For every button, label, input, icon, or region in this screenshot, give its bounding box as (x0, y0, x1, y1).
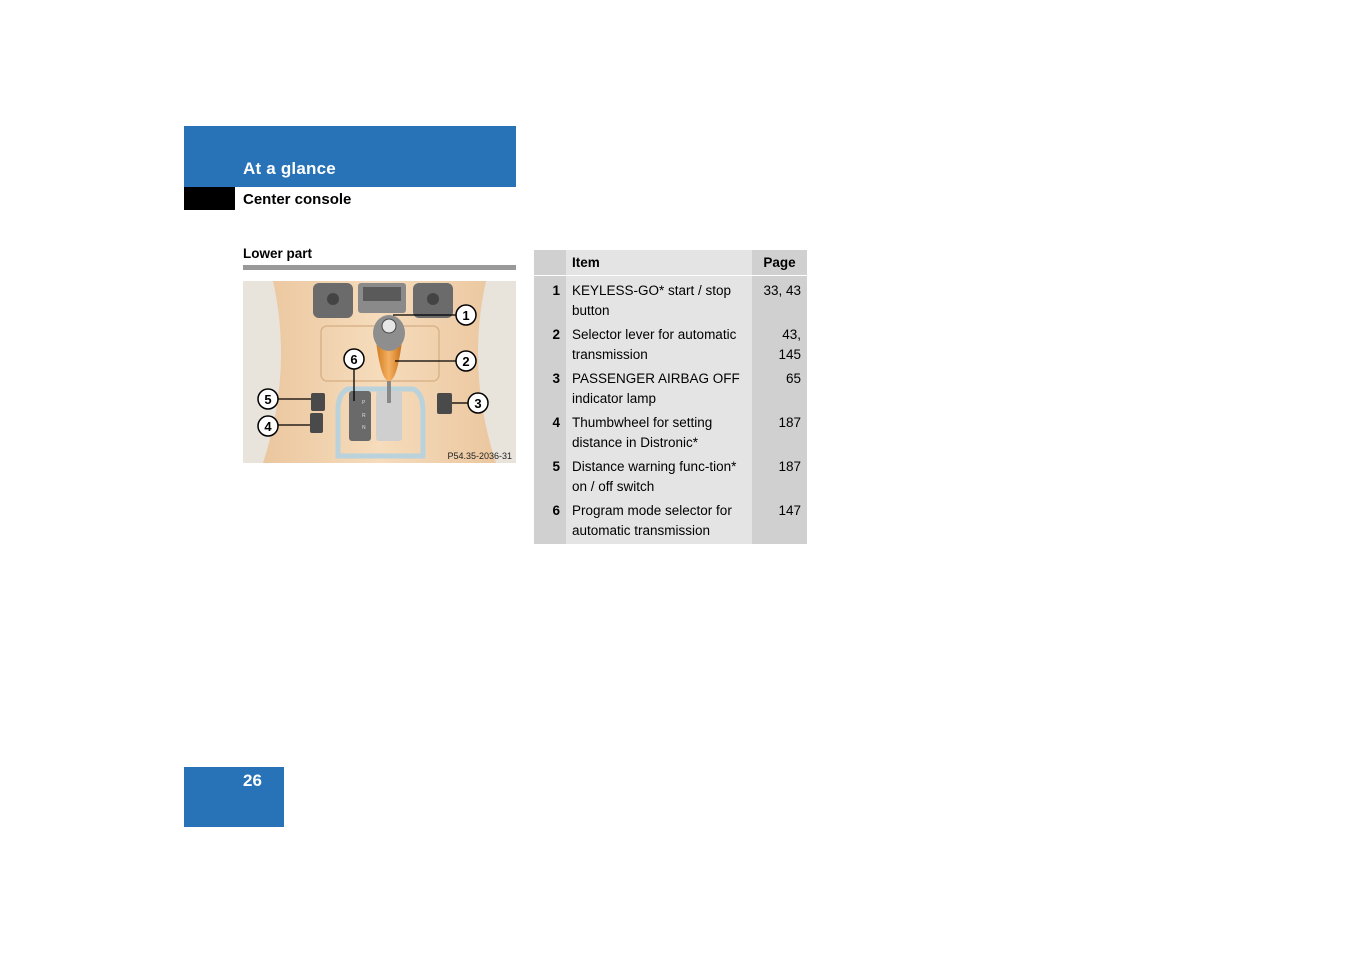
climate-control-right (413, 283, 453, 318)
row-page: 65 (752, 364, 807, 408)
climate-control-left (313, 283, 353, 318)
shifter-letter-n: N (362, 425, 366, 431)
section-divider (243, 265, 516, 270)
row-item: Thumbwheel for setting distance in Distr… (566, 408, 752, 452)
table-row: 1 KEYLESS-GO* start / stop button 33, 43 (534, 275, 807, 320)
row-number: 6 (534, 496, 566, 544)
callout-1: 1 (462, 308, 469, 323)
section-title: At a glance (243, 159, 336, 178)
row-number: 4 (534, 408, 566, 452)
center-console-illustration: P R N 1 2 3 4 5 6 P54.35-2036-31 (243, 281, 516, 463)
callout-2: 2 (462, 354, 469, 369)
row-number: 3 (534, 364, 566, 408)
row-item: KEYLESS-GO* start / stop button (566, 275, 752, 320)
row-item: PASSENGER AIRBAG OFF indicator lamp (566, 364, 752, 408)
page-number-box (184, 767, 284, 827)
header-number (534, 250, 566, 276)
callout-5: 5 (264, 392, 271, 407)
row-page: 187 (752, 452, 807, 496)
row-item: Selector lever for automatic transmissio… (566, 320, 752, 364)
row-page: 33, 43 (752, 275, 807, 320)
callout-4: 4 (264, 419, 272, 434)
row-page: 43, 145 (752, 320, 807, 364)
row-item: Program mode selector for automatic tran… (566, 496, 752, 544)
row-number: 2 (534, 320, 566, 364)
header-band (184, 126, 516, 187)
row-number: 1 (534, 275, 566, 320)
section-marker (184, 187, 235, 210)
callout-6: 6 (350, 352, 357, 367)
table-header: Item Page (534, 250, 807, 276)
items-table: Item Page 1 KEYLESS-GO* start / stop but… (534, 250, 807, 544)
callout-3: 3 (474, 396, 481, 411)
row-number: 5 (534, 452, 566, 496)
table-row: 3 PASSENGER AIRBAG OFF indicator lamp 65 (534, 364, 807, 408)
table-row: 2 Selector lever for automatic transmiss… (534, 320, 807, 364)
page-number: 26 (243, 771, 262, 790)
table-row: 5 Distance warning func-tion* on / off s… (534, 452, 807, 496)
row-page: 147 (752, 496, 807, 544)
table-row: 6 Program mode selector for automatic tr… (534, 496, 807, 544)
header-page: Page (752, 250, 807, 276)
shifter-letter-r: R (362, 413, 366, 419)
page-subtitle: Center console (243, 191, 352, 208)
figure-code: P54.35-2036-31 (447, 451, 512, 461)
section-heading: Lower part (243, 246, 313, 261)
row-item: Distance warning func-tion* on / off swi… (566, 452, 752, 496)
display-panel (358, 283, 406, 313)
row-page: 187 (752, 408, 807, 452)
header-item: Item (566, 250, 752, 276)
table-row: 4 Thumbwheel for setting distance in Dis… (534, 408, 807, 452)
